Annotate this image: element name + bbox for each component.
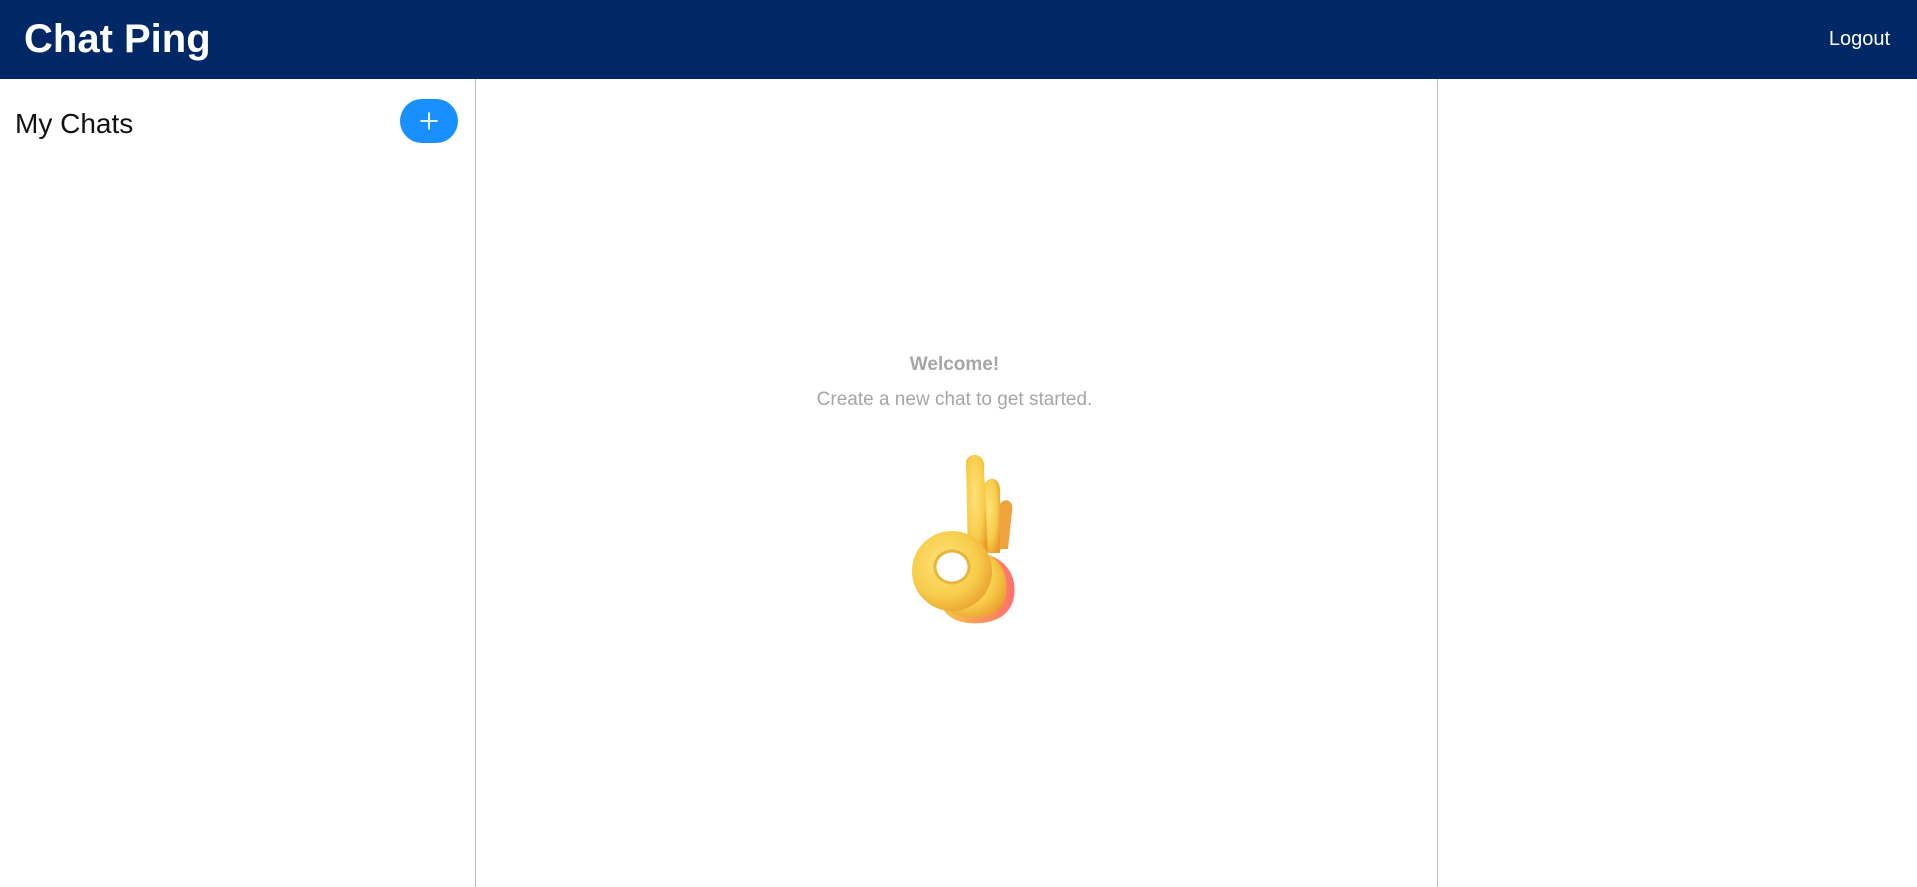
new-chat-button[interactable] — [400, 99, 458, 143]
welcome-title: Welcome! — [909, 354, 1000, 375]
top-navigation-bar: Chat Ping Logout — [0, 0, 1917, 79]
welcome-subtitle: Create a new chat to get started. — [816, 389, 1093, 410]
plus-icon — [420, 112, 438, 130]
app-window: Chat Ping Logout My Chats Welcome! Creat… — [0, 0, 1917, 887]
sidebar-title: My Chats — [15, 108, 134, 139]
details-panel — [1438, 79, 1917, 887]
chat-list-sidebar: My Chats — [0, 79, 476, 887]
ok-hand-emoji-icon — [912, 454, 1015, 624]
logout-button[interactable]: Logout — [1829, 26, 1890, 52]
app-title: Chat Ping — [24, 17, 211, 61]
chat-main-panel: Welcome! Create a new chat to get starte… — [476, 79, 1438, 887]
